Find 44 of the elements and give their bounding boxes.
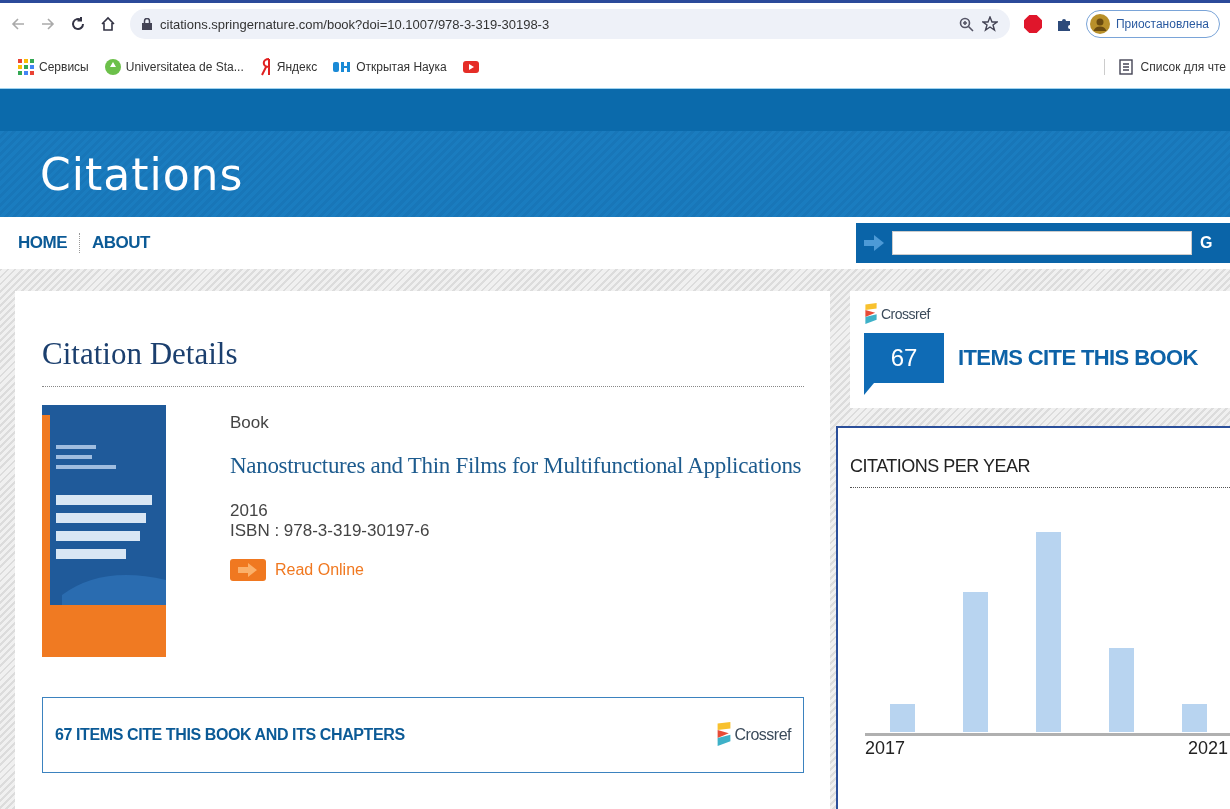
nav-link[interactable]: HOME: [18, 233, 80, 253]
video-icon[interactable]: [462, 60, 479, 73]
stop-sign-icon[interactable]: [1023, 15, 1042, 33]
axis-label: 2017: [865, 738, 906, 759]
section-heading: Citation Details: [42, 336, 804, 387]
letter-icon: [259, 57, 272, 76]
axis-label: 2021: [1187, 738, 1228, 759]
arrow-icon: [864, 235, 884, 251]
bookmark[interactable]: Открытая Наука: [333, 59, 447, 74]
chart-bar: [890, 704, 915, 732]
science-icon: [333, 60, 352, 73]
book-title: Nanostructures and Thin Films for Multifunctional Applications: [230, 453, 802, 479]
crossref-logo-text: Crossref: [881, 306, 930, 323]
address-bar[interactable]: citations.springernature.com/book?doi=10.1007/978-3-319-30198-3: [130, 9, 1010, 39]
star-icon[interactable]: [981, 16, 998, 32]
bookmark[interactable]: Сервисы: [18, 58, 89, 75]
crossref-logo-icon: [864, 303, 878, 326]
publication-year: 2016: [230, 501, 269, 521]
reload-icon[interactable]: [70, 16, 86, 32]
go-button[interactable]: G: [1200, 234, 1213, 252]
citing-items-banner[interactable]: 67 ITEMS CITE THIS BOOK AND ITS CHAPTERS Crossref: [42, 697, 804, 773]
lock-icon: [142, 18, 152, 30]
reading-list-button[interactable]: Список для чте: [1103, 58, 1226, 75]
bookmark[interactable]: Universitatea de Sta...: [104, 58, 244, 75]
chart-title: CITATIONS PER YEAR: [850, 456, 1230, 488]
chart-bar: [1182, 704, 1207, 732]
puzzle-icon[interactable]: [1055, 16, 1072, 32]
bookmark[interactable]: Яндекс: [259, 57, 318, 76]
site-title: Citations: [40, 148, 244, 200]
url-text: citations.springernature.com/book?doi=10.1007/978-3-319-30198-3: [160, 16, 550, 32]
search-field[interactable]: [892, 231, 1192, 255]
crossref-logo-icon: [715, 722, 732, 748]
zoom-icon[interactable]: [958, 16, 974, 32]
banner-text: 67 ITEMS CITE THIS BOOK AND ITS CHAPTERS: [55, 726, 405, 744]
home-icon[interactable]: [100, 16, 116, 32]
avatar-icon: [1089, 14, 1110, 34]
crossref-logo-text: Crossref: [734, 726, 791, 744]
publication-type: Book: [230, 413, 270, 433]
count-label: ITEMS CITE THIS BOOK: [958, 345, 1198, 372]
isbn-text: ISBN : 978-3-319-30197-6: [230, 521, 431, 541]
list-icon: [1118, 58, 1133, 75]
nav-link[interactable]: ABOUT: [80, 233, 162, 253]
apps-icon: [18, 58, 34, 75]
speech-tail-icon: [864, 383, 874, 396]
